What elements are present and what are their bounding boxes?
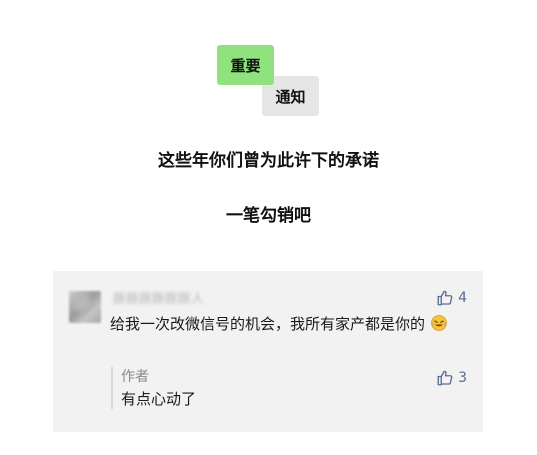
- avatar[interactable]: [69, 291, 101, 323]
- headline-line-2: 一笔勾销吧: [226, 206, 311, 226]
- comment-section: 豚豚豚豚豚豚人 4 给我一次改微信号的机会，我所有家产都是你的 作者 有点心动了…: [53, 271, 483, 432]
- thumbs-up-icon: [437, 290, 453, 306]
- reply-author: 作者: [121, 369, 149, 385]
- comment-nickname: 豚豚豚豚豚豚人: [113, 292, 205, 307]
- comment-like-count: 4: [458, 290, 467, 306]
- author-reply: 作者 有点心动了: [111, 367, 361, 409]
- headline-line-1: 这些年你们曾为此许下的承诺: [158, 151, 379, 171]
- thumbs-up-icon: [437, 370, 453, 386]
- comment-text: 给我一次改微信号的机会，我所有家产都是你的: [110, 313, 465, 336]
- comment-body: 给我一次改微信号的机会，我所有家产都是你的: [110, 315, 426, 333]
- crying-laughing-emoji-icon: [431, 315, 447, 331]
- reply-like-count: 3: [458, 370, 467, 386]
- reply-text: 有点心动了: [121, 390, 197, 408]
- comment-like-button[interactable]: 4: [436, 289, 467, 307]
- reply-like-button[interactable]: 3: [436, 369, 467, 387]
- important-tag: 重要: [217, 45, 274, 85]
